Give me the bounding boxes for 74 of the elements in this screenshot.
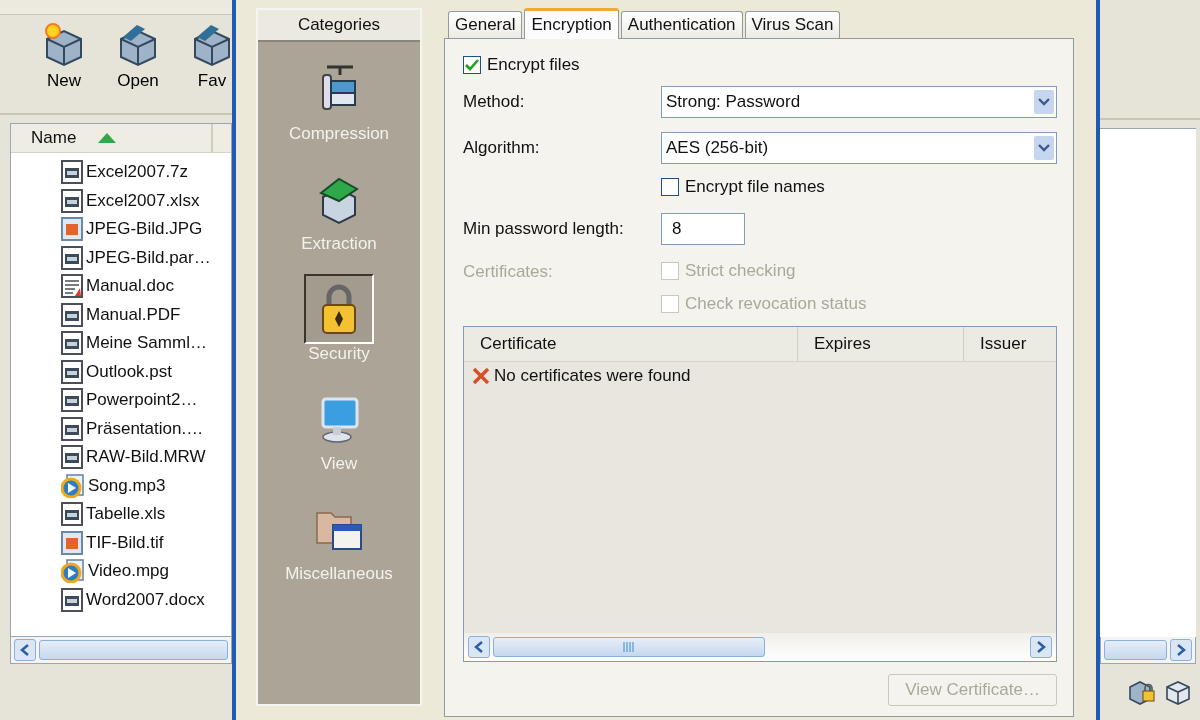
field-label: Method:	[463, 92, 526, 112]
box-icon	[1164, 679, 1192, 705]
error-x-icon	[472, 367, 490, 385]
categories-header: Categories	[258, 10, 420, 42]
file-name[interactable]: Präsentation.…	[86, 418, 204, 439]
image-file-icon	[61, 530, 83, 555]
checkbox[interactable]	[463, 56, 481, 74]
tab[interactable]: Virus Scan	[744, 11, 841, 38]
file-name[interactable]: JPEG-Bild.par…	[86, 247, 211, 268]
file-name[interactable]: Manual.PDF	[86, 304, 181, 325]
file-icon	[61, 331, 83, 356]
scroll-thumb[interactable]	[493, 637, 765, 657]
tab[interactable]: Encryption	[524, 8, 619, 39]
scroll-thumb[interactable]	[39, 640, 228, 660]
scroll-left-button[interactable]	[14, 639, 36, 661]
left-chevron-icon	[20, 644, 30, 656]
tab[interactable]: Authentication	[620, 11, 743, 38]
horizontal-scrollbar[interactable]	[1100, 637, 1196, 664]
file-icon	[61, 245, 83, 270]
file-icon	[61, 445, 83, 470]
file-name[interactable]: Song.mp3	[88, 475, 166, 496]
toolbar-button[interactable]: New	[34, 21, 94, 113]
right-chevron-icon	[1036, 641, 1046, 653]
file-name[interactable]: Excel2007.xlsx	[86, 190, 200, 211]
file-name[interactable]: JPEG-Bild.JPG	[86, 219, 203, 240]
field-label: Algorithm:	[463, 138, 541, 158]
media-file-icon	[61, 473, 85, 498]
file-icon	[61, 388, 83, 413]
checkbox-label: Check revocation status	[685, 294, 867, 314]
file-icon	[61, 160, 83, 185]
file-name[interactable]: Excel2007.7z	[86, 162, 189, 183]
checkbox-label: Encrypt file names	[685, 177, 825, 197]
scroll-right-button[interactable]	[1030, 636, 1052, 658]
grip-icon	[622, 642, 636, 652]
file-icon	[61, 188, 83, 213]
file-name[interactable]: RAW-Bild.MRW	[86, 447, 206, 468]
file-name[interactable]: Word2007.docx	[86, 589, 205, 610]
method-dropdown[interactable]: Strong: Password	[661, 86, 1057, 118]
file-name[interactable]: Video.mpg	[88, 561, 169, 582]
empty-message: No certificates were found	[494, 366, 691, 386]
horizontal-scrollbar[interactable]	[10, 637, 232, 664]
right-chevron-icon	[1176, 644, 1186, 656]
tab[interactable]: General	[448, 11, 523, 38]
toolbar-button[interactable]: Open	[108, 21, 168, 113]
password-length-field[interactable]: 8	[661, 213, 745, 245]
file-icon	[61, 302, 83, 327]
file-name[interactable]: Tabelle.xls	[86, 504, 166, 525]
scroll-left-button[interactable]	[468, 636, 490, 658]
file-name[interactable]: Manual.doc	[86, 276, 174, 297]
file-icon	[61, 587, 83, 612]
column-header[interactable]: Issuer	[964, 327, 1056, 361]
file-name[interactable]: TIF-Bild.tif	[86, 532, 164, 553]
image-file-icon	[61, 217, 83, 242]
file-name[interactable]: Meine Samml…	[86, 333, 207, 354]
column-header[interactable]: Expires	[798, 327, 964, 361]
file-name[interactable]: Powerpoint2…	[86, 390, 198, 411]
file-icon	[61, 416, 83, 441]
algorithm-dropdown[interactable]: AES (256-bit)	[661, 132, 1057, 164]
checkbox[interactable]	[661, 178, 679, 196]
document-file-icon	[61, 274, 83, 299]
file-icon	[61, 502, 83, 527]
left-chevron-icon	[474, 641, 484, 653]
file-name[interactable]: Outlook.pst	[86, 361, 172, 382]
scroll-thumb[interactable]	[1104, 640, 1167, 660]
horizontal-scrollbar[interactable]	[464, 633, 1056, 661]
media-file-icon	[61, 559, 85, 584]
checkbox-label: Strict checking	[685, 261, 796, 281]
field-label: Certificates:	[463, 261, 554, 283]
locked-box-icon	[1128, 679, 1156, 705]
field-label: Min password length:	[463, 219, 625, 239]
scroll-right-button[interactable]	[1170, 639, 1192, 661]
column-header[interactable]: Certificate	[464, 327, 798, 361]
file-icon	[61, 359, 83, 384]
checkbox-label: Encrypt files	[487, 55, 580, 75]
